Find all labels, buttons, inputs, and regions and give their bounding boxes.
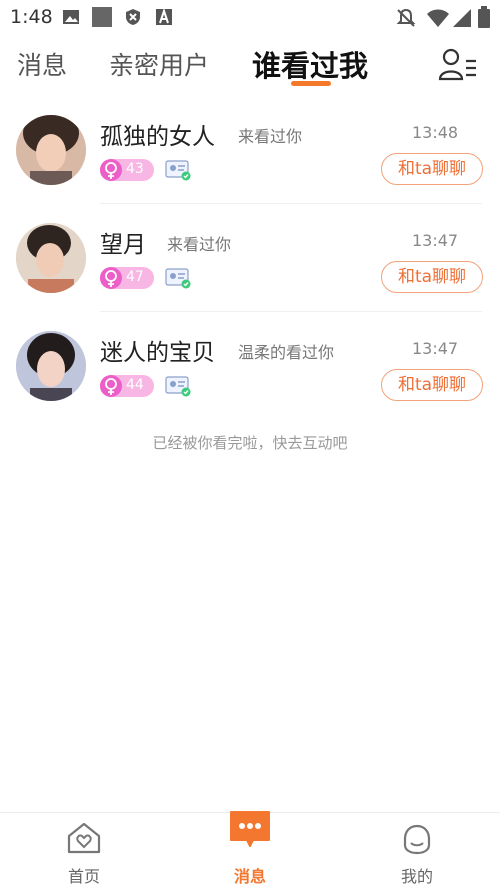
battery-icon [478,6,490,28]
bottom-nav: 首页 消息 我的 [0,811,500,890]
nav-messages[interactable]: 消息 [190,811,310,890]
visitor-name: 望月 [100,232,146,258]
female-icon [100,159,122,181]
shield-icon [126,9,140,25]
tab-intimate-users[interactable]: 亲密用户 [109,46,209,82]
female-icon [100,267,122,289]
avatar-photo [16,115,86,185]
chat-button[interactable]: 和ta聊聊 [381,369,483,401]
list-item[interactable]: 孤独的女人 来看过你 13:48 43 和ta聊聊 [0,100,500,208]
age-value: 43 [126,161,144,177]
message-bubble-icon [230,811,270,847]
age-value: 44 [126,377,144,393]
tab-messages[interactable]: 消息 [17,46,67,82]
visitor-name: 孤独的女人 [100,124,215,150]
age-badge: 47 [100,267,154,289]
female-icon [100,375,122,397]
visit-time: 13:47 [412,339,459,358]
status-time: 1:48 [10,6,53,28]
list-item[interactable]: 迷人的宝贝 温柔的看过你 13:47 44 和ta聊聊 [0,316,500,424]
divider [100,203,482,204]
visit-action: 温柔的看过你 [238,343,335,362]
avatar[interactable] [16,115,86,185]
nav-profile-label: 我的 [400,867,433,886]
contacts-list-icon[interactable] [438,47,478,83]
visit-time: 13:48 [412,123,459,142]
visit-action: 来看过你 [238,127,303,146]
nav-profile[interactable]: 我的 [357,813,477,890]
nav-home[interactable]: 首页 [24,813,144,890]
tab-who-viewed-me[interactable]: 谁看过我 [252,43,368,85]
id-verified-icon [165,160,191,181]
list-item[interactable]: 望月 来看过你 13:47 47 和ta聊聊 [0,208,500,316]
id-verified-icon [165,268,191,289]
tab-bar: 消息 亲密用户 谁看过我 [0,40,500,96]
divider [100,311,482,312]
avatar[interactable] [16,331,86,401]
nav-home-label: 首页 [67,867,100,886]
age-value: 47 [126,269,144,285]
square-icon [92,7,112,27]
end-of-list-note: 已经被你看完啦，快去互动吧 [152,434,348,452]
visitor-name: 迷人的宝贝 [100,340,215,366]
avatar-photo [16,223,86,293]
chat-button[interactable]: 和ta聊聊 [381,261,483,293]
visit-action: 来看过你 [167,235,232,254]
font-icon [156,8,172,25]
nav-messages-label: 消息 [233,867,266,886]
profile-icon [403,824,431,855]
chat-button[interactable]: 和ta聊聊 [381,153,483,185]
active-tab-indicator [291,81,331,86]
home-heart-icon [67,822,101,854]
bell-muted-icon [396,8,416,27]
avatar[interactable] [16,223,86,293]
age-badge: 43 [100,159,154,181]
age-badge: 44 [100,375,154,397]
signal-icon [453,9,471,27]
visit-time: 13:47 [412,231,459,250]
id-verified-icon [165,376,191,397]
wifi-icon [427,9,449,27]
image-icon [63,10,79,24]
avatar-photo [16,331,86,401]
status-bar: 1:48 [0,0,500,34]
